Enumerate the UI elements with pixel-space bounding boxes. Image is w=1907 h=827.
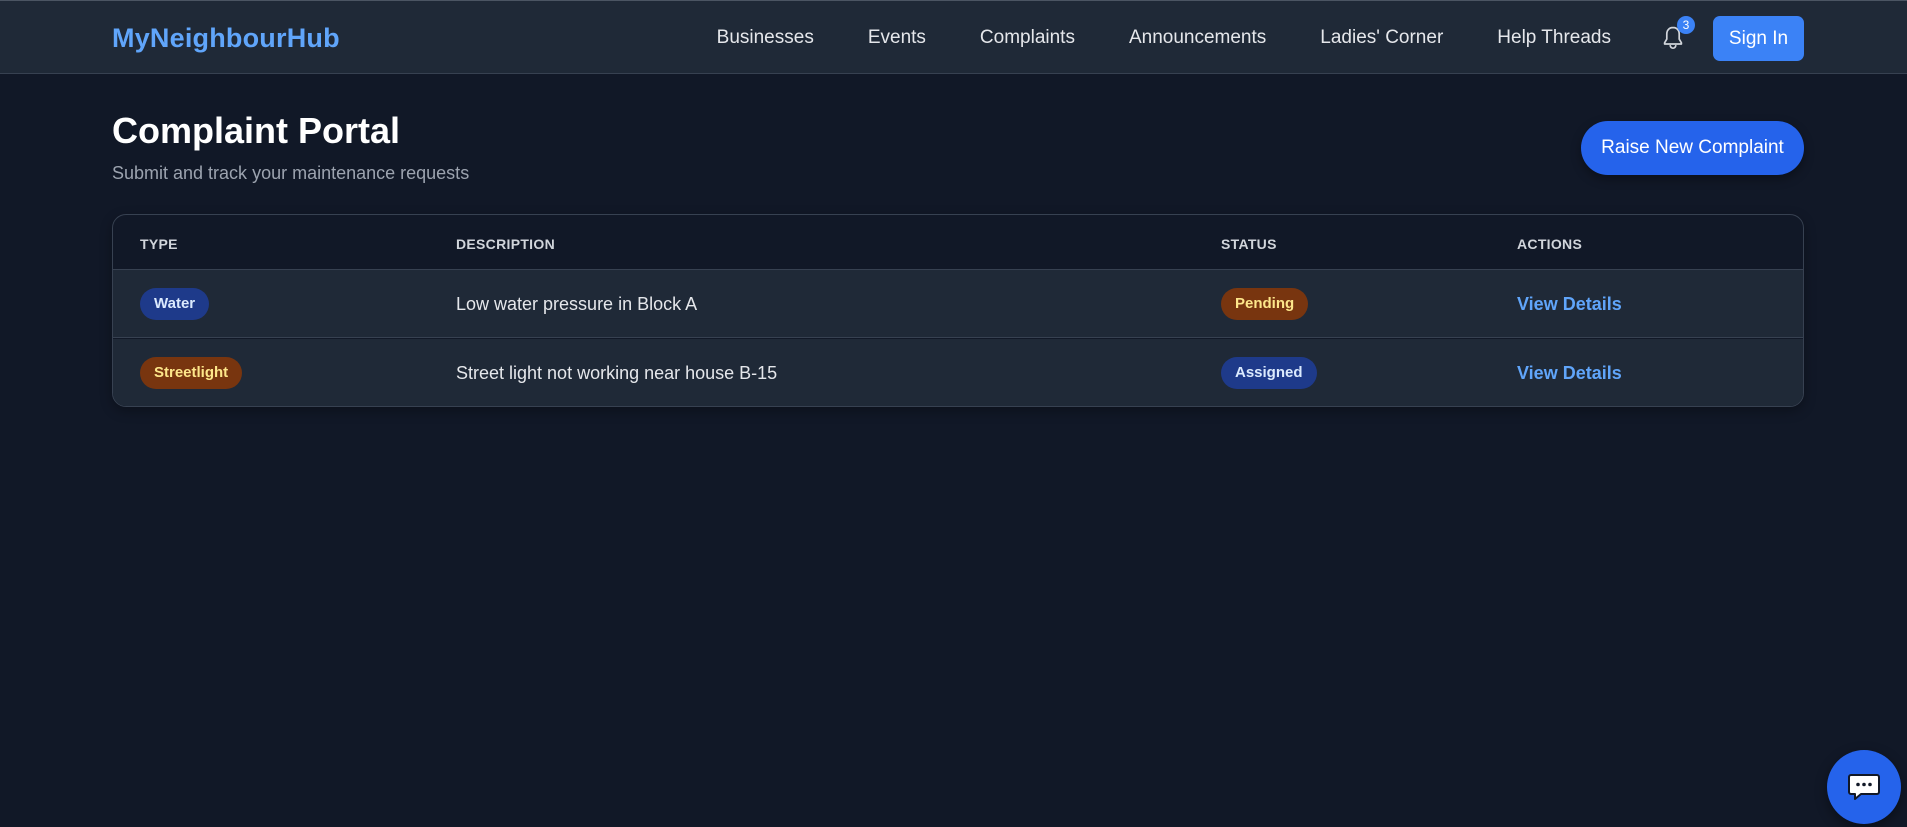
type-badge: Water [140, 288, 210, 320]
column-header-type: TYPE [140, 236, 178, 252]
nav-help-threads[interactable]: Help Threads [1497, 27, 1611, 49]
nav-links: Businesses Events Complaints Announcemen… [717, 1, 1611, 75]
notification-badge: 3 [1677, 16, 1695, 34]
complaints-table: TYPE DESCRIPTION STATUS ACTIONS Water Lo… [112, 214, 1804, 407]
status-badge: Pending [1221, 288, 1309, 320]
nav-announcements[interactable]: Announcements [1129, 27, 1266, 49]
complaint-description: Street light not working near house B-15 [456, 362, 778, 383]
table-row: Water Low water pressure in Block A Pend… [113, 270, 1803, 338]
brand-logo[interactable]: MyNeighbourHub [112, 23, 340, 54]
status-badge: Assigned [1221, 357, 1317, 389]
nav-events[interactable]: Events [868, 27, 926, 49]
nav-businesses[interactable]: Businesses [717, 27, 814, 49]
view-details-link[interactable]: View Details [1517, 363, 1622, 384]
page-subtitle: Submit and track your maintenance reques… [112, 163, 470, 183]
type-badge: Streetlight [140, 357, 243, 389]
nav-complaints[interactable]: Complaints [980, 27, 1075, 49]
raise-complaint-button[interactable]: Raise New Complaint [1581, 121, 1804, 175]
page-title: Complaint Portal [112, 110, 401, 151]
sign-in-button[interactable]: Sign In [1713, 16, 1804, 61]
column-header-actions: ACTIONS [1517, 236, 1583, 252]
column-header-description: DESCRIPTION [456, 236, 555, 252]
view-details-link[interactable]: View Details [1517, 294, 1622, 315]
chat-button[interactable] [1827, 750, 1901, 824]
table-row: Streetlight Street light not working nea… [113, 339, 1803, 406]
chat-bubble-icon [1848, 774, 1880, 800]
top-navbar: MyNeighbourHub Businesses Events Complai… [0, 0, 1907, 74]
nav-ladies-corner[interactable]: Ladies' Corner [1320, 27, 1443, 49]
column-header-status: STATUS [1221, 236, 1277, 252]
table-header: TYPE DESCRIPTION STATUS ACTIONS [113, 215, 1803, 270]
complaint-description: Low water pressure in Block A [456, 293, 698, 314]
